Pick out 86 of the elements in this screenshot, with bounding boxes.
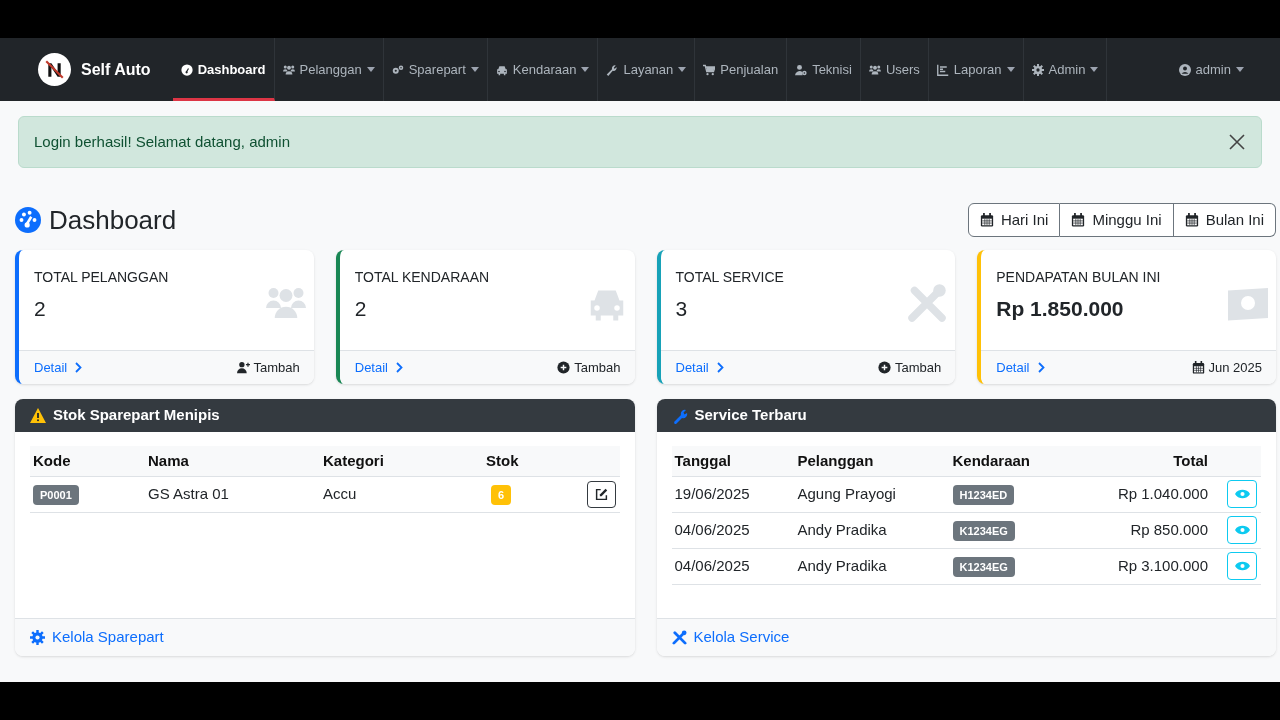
chevron-right-icon [396,362,403,373]
table-cell: 19/06/2025 [671,476,795,512]
table-cell: 04/06/2025 [671,512,795,548]
gauge-icon [180,63,193,76]
badge: K1234EG [952,556,1015,578]
plus-circle-icon [557,361,571,374]
gauge-icon [15,207,41,233]
chevron-right-icon [1037,362,1045,373]
stat-value: Rp 1.850.000 [996,296,1125,322]
badge: 6 [491,484,512,506]
chevron-right-icon [716,362,724,373]
calendar-icon [979,213,994,227]
warning-icon [30,408,46,423]
column-header: Kategori [320,446,483,476]
eye-icon [1234,561,1250,571]
wrench-icon [671,407,688,424]
column-header: Pelanggan [794,446,950,476]
table-cell: Accu [320,476,483,512]
user-icon [1178,63,1191,76]
user-gear-icon [795,63,808,76]
column-header: Total [1069,446,1211,476]
panel-title: Stok Sparepart Menipis [53,405,220,426]
date-range-button[interactable]: Bulan Ini [1173,203,1276,237]
users-icon [868,63,881,76]
stat-value: 2 [354,296,368,322]
table-cell: Andy Pradika [794,548,950,584]
column-header: Kode [30,446,145,476]
detail-link[interactable]: Detail [996,357,1045,378]
date-range-button[interactable]: Hari Ini [967,203,1061,237]
edit-icon [594,487,608,501]
wrench-icon [606,63,619,76]
users-icon [282,63,295,76]
action-link[interactable]: Tambah [878,357,942,378]
brand-name[interactable]: Self Auto [81,57,151,82]
table-cell: Rp 850.000 [1069,512,1211,548]
badge: H1234ED [952,484,1015,506]
calendar-icon [1184,213,1199,227]
table-cell: 04/06/2025 [671,548,795,584]
calendar-icon [1071,213,1086,227]
cart-icon [703,63,716,76]
column-header: Kendaraan [949,446,1070,476]
table-cell: Rp 3.100.000 [1069,548,1211,584]
car-icon [495,63,508,76]
tools-icon [907,283,948,323]
badge: K1234EG [952,520,1015,542]
date-range-button[interactable]: Minggu Ini [1060,203,1174,237]
alert-message: Login berhasil! Selamat datang, admin [34,131,290,152]
gears-icon [391,63,404,76]
user-menu[interactable]: admin [1178,59,1244,80]
stat-value: 2 [34,296,47,322]
user-plus-icon [236,361,250,374]
action-link[interactable]: Jun 2025 [1191,357,1262,378]
stat-title: TOTAL KENDARAAN [354,268,491,287]
manage-service-link[interactable]: Kelola Service [671,626,790,649]
table-cell: Andy Pradika [794,512,950,548]
calendar-icon [1191,361,1205,374]
badge: P0001 [33,484,79,506]
settings-icon [30,630,45,645]
page-title: Dashboard [49,203,177,237]
action-link[interactable]: Tambah [236,357,300,378]
settings-icon [1031,63,1044,76]
manage-sparepart-link[interactable]: Kelola Sparepart [30,626,164,649]
column-header: Nama [145,446,320,476]
table-cell: GS Astra 01 [145,476,320,512]
edit-button[interactable] [586,480,616,508]
column-header: Stok [483,446,570,476]
column-header: Tanggal [671,446,795,476]
stat-title: PENDAPATAN BULAN INI [996,268,1162,287]
logo-icon[interactable] [38,53,71,86]
eye-icon [1234,489,1250,499]
chevron-right-icon [75,362,83,373]
plus-circle-icon [878,361,891,374]
action-link[interactable]: Tambah [557,357,621,378]
table-cell: Rp 1.040.000 [1069,476,1211,512]
eye-icon [1234,525,1250,535]
detail-link[interactable]: Detail [675,357,724,378]
stat-title: TOTAL SERVICE [675,268,785,287]
stat-title: TOTAL PELANGGAN [34,268,170,287]
chart-icon [936,63,949,76]
tools-icon [671,630,687,645]
panel-title: Service Terbaru [694,405,807,426]
detail-link[interactable]: Detail [354,357,403,378]
stat-value: 3 [675,296,689,322]
close-button[interactable] [1228,133,1246,151]
table-cell: Agung Prayogi [794,476,950,512]
detail-link[interactable]: Detail [34,357,83,378]
